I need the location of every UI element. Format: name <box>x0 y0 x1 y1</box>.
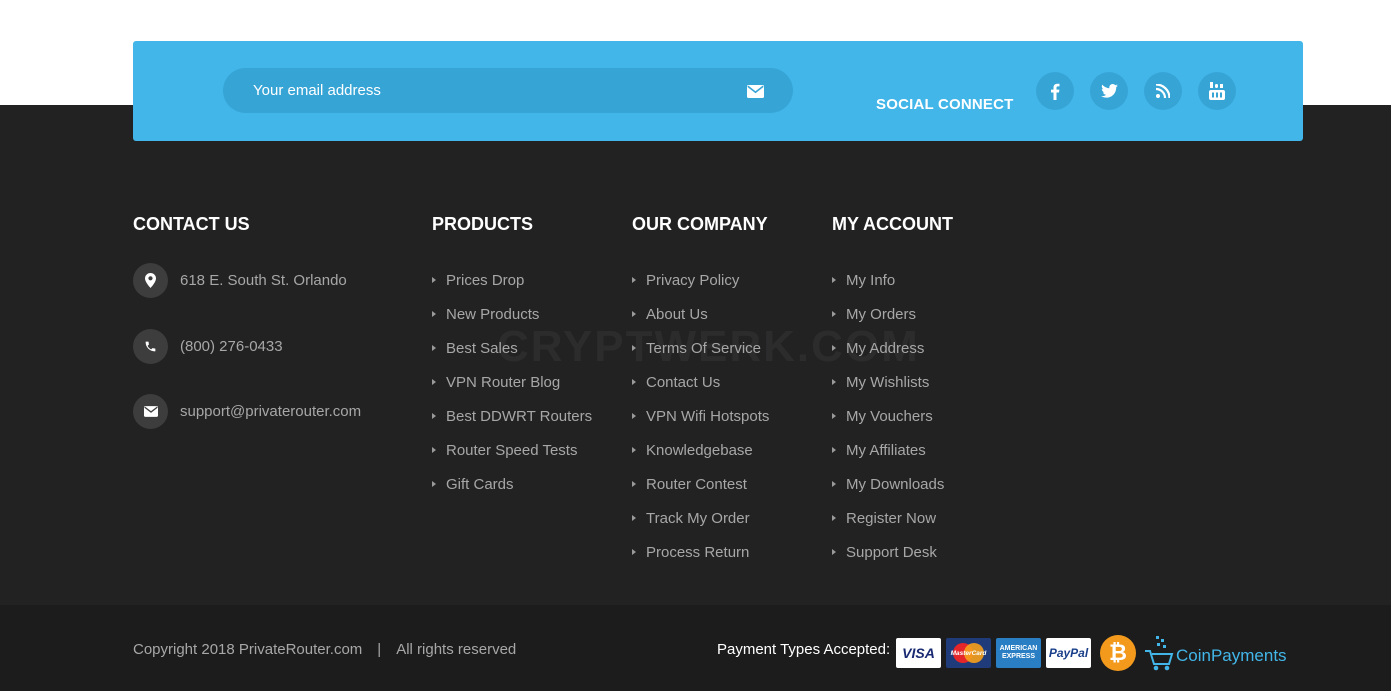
list-item[interactable]: Track My Order <box>632 509 769 543</box>
paypal-card-icon: PayPal <box>1046 638 1091 668</box>
caret-right-icon <box>832 515 836 521</box>
rss-icon <box>1156 84 1170 98</box>
list-item[interactable]: Terms Of Service <box>632 339 769 373</box>
social-icons <box>1036 72 1236 110</box>
contact-column: CONTACT US <box>133 213 250 235</box>
list-item[interactable]: My Wishlists <box>832 373 953 407</box>
email-text[interactable]: support@privaterouter.com <box>180 403 361 420</box>
address-text: 618 E. South St. Orlando <box>180 272 347 289</box>
caret-right-icon <box>432 481 436 487</box>
visa-card-icon: VISA <box>896 638 941 668</box>
contact-email: support@privaterouter.com <box>133 394 361 429</box>
list-item[interactable]: Process Return <box>632 543 769 577</box>
account-list: My Info My Orders My Address My Wishlist… <box>832 271 953 577</box>
twitter-icon <box>1100 84 1118 98</box>
caret-right-icon <box>832 413 836 419</box>
caret-right-icon <box>832 447 836 453</box>
list-item[interactable]: Router Speed Tests <box>432 441 592 475</box>
caret-right-icon <box>432 379 436 385</box>
phone-icon <box>133 329 168 364</box>
list-item[interactable]: Privacy Policy <box>632 271 769 305</box>
youtube-icon <box>1209 82 1225 100</box>
facebook-icon <box>1051 83 1060 100</box>
caret-right-icon <box>832 549 836 555</box>
rights-text: All rights reserved <box>396 641 517 658</box>
bitcoin-icon: ₿ <box>1100 635 1136 671</box>
list-item[interactable]: My Address <box>832 339 953 373</box>
email-input[interactable] <box>223 68 723 113</box>
newsletter-band: SOCIAL CONNECT <box>133 41 1303 141</box>
rss-button[interactable] <box>1144 72 1182 110</box>
list-item[interactable]: My Info <box>832 271 953 305</box>
products-title: PRODUCTS <box>432 214 534 234</box>
payment-methods: VISA MasterCard AMERICAN EXPRESS PayPal … <box>896 634 1287 672</box>
list-item[interactable]: VPN Router Blog <box>432 373 592 407</box>
caret-right-icon <box>632 447 636 453</box>
list-item[interactable]: VPN Wifi Hotspots <box>632 407 769 441</box>
copyright-text: Copyright 2018 PrivateRouter.com <box>133 641 363 658</box>
caret-right-icon <box>632 549 636 555</box>
products-column: PRODUCTS Prices Drop New Products Best S… <box>432 213 592 509</box>
subscribe-button[interactable] <box>737 78 773 104</box>
envelope-icon <box>746 84 764 98</box>
caret-right-icon <box>632 311 636 317</box>
list-item[interactable]: Support Desk <box>832 543 953 577</box>
copyright-separator: | <box>377 641 382 658</box>
phone-text[interactable]: (800) 276-0433 <box>180 338 283 355</box>
facebook-button[interactable] <box>1036 72 1074 110</box>
caret-right-icon <box>632 481 636 487</box>
contact-phone: (800) 276-0433 <box>133 329 283 364</box>
company-title: OUR COMPANY <box>632 214 768 234</box>
envelope-icon <box>133 394 168 429</box>
account-column: MY ACCOUNT My Info My Orders My Address … <box>832 213 953 577</box>
company-list: Privacy Policy About Us Terms Of Service… <box>632 271 769 577</box>
social-connect-label: SOCIAL CONNECT <box>876 96 1014 113</box>
list-item[interactable]: About Us <box>632 305 769 339</box>
list-item[interactable]: Prices Drop <box>432 271 592 305</box>
products-list: Prices Drop New Products Best Sales VPN … <box>432 271 592 509</box>
caret-right-icon <box>632 345 636 351</box>
caret-right-icon <box>832 379 836 385</box>
caret-right-icon <box>432 447 436 453</box>
list-item[interactable]: My Orders <box>832 305 953 339</box>
list-item[interactable]: Best Sales <box>432 339 592 373</box>
list-item[interactable]: My Vouchers <box>832 407 953 441</box>
company-column: OUR COMPANY Privacy Policy About Us Term… <box>632 213 769 577</box>
caret-right-icon <box>432 345 436 351</box>
caret-right-icon <box>432 311 436 317</box>
twitter-button[interactable] <box>1090 72 1128 110</box>
contact-address: 618 E. South St. Orlando <box>133 263 347 298</box>
coinpayments-logo: CoinPayments <box>1144 634 1287 672</box>
caret-right-icon <box>832 345 836 351</box>
youtube-button[interactable] <box>1198 72 1236 110</box>
list-item[interactable]: Contact Us <box>632 373 769 407</box>
mastercard-card-icon: MasterCard <box>946 638 991 668</box>
account-title: MY ACCOUNT <box>832 214 953 234</box>
email-subscribe-box <box>223 68 793 113</box>
payments-label: Payment Types Accepted: <box>717 641 891 658</box>
cart-icon <box>1145 636 1174 671</box>
caret-right-icon <box>632 413 636 419</box>
coinpayments-text: CoinPayments <box>1176 646 1287 665</box>
caret-right-icon <box>632 379 636 385</box>
list-item[interactable]: Router Contest <box>632 475 769 509</box>
caret-right-icon <box>832 481 836 487</box>
caret-right-icon <box>432 277 436 283</box>
list-item[interactable]: My Downloads <box>832 475 953 509</box>
caret-right-icon <box>832 277 836 283</box>
list-item[interactable]: Knowledgebase <box>632 441 769 475</box>
list-item[interactable]: New Products <box>432 305 592 339</box>
list-item[interactable]: My Affiliates <box>832 441 953 475</box>
map-marker-icon <box>133 263 168 298</box>
caret-right-icon <box>832 311 836 317</box>
amex-card-icon: AMERICAN EXPRESS <box>996 638 1041 668</box>
caret-right-icon <box>432 413 436 419</box>
list-item[interactable]: Best DDWRT Routers <box>432 407 592 441</box>
contact-title: CONTACT US <box>133 214 250 234</box>
list-item[interactable]: Register Now <box>832 509 953 543</box>
caret-right-icon <box>632 277 636 283</box>
list-item[interactable]: Gift Cards <box>432 475 592 509</box>
copyright: Copyright 2018 PrivateRouter.com | All r… <box>133 641 516 658</box>
caret-right-icon <box>632 515 636 521</box>
